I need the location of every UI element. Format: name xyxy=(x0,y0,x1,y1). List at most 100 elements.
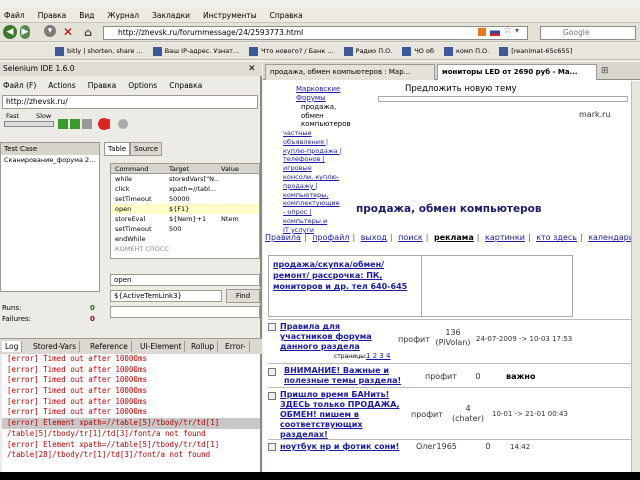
nav-rules[interactable]: Правила xyxy=(265,233,301,242)
value-input[interactable] xyxy=(110,306,260,318)
nav-calendar[interactable]: календарь xyxy=(588,233,633,242)
base-url-input[interactable]: http://zhevsk.ru/ xyxy=(2,95,258,109)
selenium-menu-help[interactable]: Справка xyxy=(169,81,202,90)
topic-author[interactable]: профит xyxy=(411,410,443,419)
tab-source[interactable]: Source xyxy=(130,142,163,156)
back-icon[interactable]: ◀ xyxy=(3,25,17,39)
home-icon[interactable]: ⌂ xyxy=(81,25,95,39)
bookmark-label: комп П.О. xyxy=(455,47,490,55)
nav-ads[interactable]: реклама xyxy=(434,233,474,242)
menu-view[interactable]: Вид xyxy=(79,11,94,20)
search-input[interactable]: Google xyxy=(540,26,636,40)
history-dropdown-icon[interactable]: ▾ xyxy=(44,25,56,37)
table-row[interactable]: while storedVars["N... xyxy=(111,174,259,184)
nav-profile[interactable]: профайл xyxy=(312,233,349,242)
suggest-topic-link[interactable]: Предложить новую тему xyxy=(405,84,517,94)
site-logo[interactable]: mark.ru xyxy=(579,110,611,119)
topic-author[interactable]: профит xyxy=(398,335,430,344)
sidebar-link[interactable]: продажу | xyxy=(283,182,351,191)
sidebar-link[interactable]: компьтеры и xyxy=(283,217,351,226)
topic-author[interactable]: Олег1965 xyxy=(416,442,457,451)
forum-sub-line: продажа, xyxy=(301,103,337,111)
selenium-menu-file[interactable]: Файл (F) xyxy=(3,81,36,90)
chevron-down-icon[interactable]: ▾ xyxy=(515,26,519,35)
cell-target: ${Nem}+1 xyxy=(169,215,207,223)
test-case-item[interactable]: Сканирование_форума 2... xyxy=(1,155,99,166)
sidebar-link[interactable]: объявления | xyxy=(283,138,351,147)
command-table-header: Command Target Value xyxy=(111,164,259,174)
topic-author[interactable]: профит xyxy=(425,372,457,381)
navigation-toolbar: ◀ ▶ ▾ ✕ ⌂ http://zhevsk.ru/forummessage/… xyxy=(0,23,640,42)
menu-edit[interactable]: Правка xyxy=(38,11,67,20)
table-row[interactable]: setTimeout 50000 xyxy=(111,194,259,204)
browser-tab-2[interactable]: мониторы LED от 2690 руб - Ма... xyxy=(437,64,597,80)
command-input[interactable]: open xyxy=(110,274,260,286)
pause-icon[interactable] xyxy=(82,119,92,129)
play-all-icon[interactable] xyxy=(58,119,68,129)
url-input[interactable]: http://zhevsk.ru/forummessage/24/2593773… xyxy=(103,26,528,40)
menu-file[interactable]: Файл xyxy=(4,11,25,20)
bookmark-bank[interactable]: Что нового? / Банк ... xyxy=(249,46,334,56)
bookmark-bitly[interactable]: bitly | shorten, share ... xyxy=(55,46,143,56)
topic-pages[interactable]: 1 2 3 4 xyxy=(366,352,391,360)
close-icon[interactable]: ✕ xyxy=(248,64,256,74)
browser-tab-1[interactable]: продажа, обмен компьютеров : Мар... xyxy=(265,64,435,80)
find-button[interactable]: Find xyxy=(226,289,260,303)
table-row[interactable]: open ${F1} xyxy=(111,204,259,214)
tab-reference[interactable]: Reference xyxy=(87,341,132,352)
tab-log[interactable]: Log xyxy=(2,341,23,352)
menu-help[interactable]: Справка xyxy=(270,11,303,20)
sidebar-link[interactable]: - опрос | xyxy=(283,208,351,217)
table-row[interactable]: storeEval ${Nem}+1 Ntem xyxy=(111,214,259,224)
tab-ui-element[interactable]: UI-Element xyxy=(137,341,186,352)
new-tab-icon[interactable]: ⊞ xyxy=(601,66,609,76)
nav-search[interactable]: поиск xyxy=(398,233,423,242)
forum-subtitle: продажа, обмен компьютеров xyxy=(301,103,351,129)
ad-link[interactable]: продажа/скупка/обмен/ ремонт/ рассрочка:… xyxy=(273,259,415,292)
nav-who[interactable]: кто здесь xyxy=(536,233,577,242)
sidebar-link[interactable]: телефонов | xyxy=(283,155,351,164)
target-input[interactable]: ${ActiveTemLink3} xyxy=(110,290,222,302)
sidebar-link[interactable]: куплю-продажа | xyxy=(283,147,351,156)
stop-icon[interactable]: ✕ xyxy=(61,25,75,39)
sidebar-link[interactable]: комплектующие xyxy=(283,199,351,208)
tab-table[interactable]: Table xyxy=(104,142,131,156)
table-row[interactable]: endWhile xyxy=(111,234,259,244)
selenium-menu-edit[interactable]: Правка xyxy=(88,81,117,90)
topic-title[interactable]: ВНИМАНИЕ! Важные и полезные темы раздела… xyxy=(284,366,404,386)
menu-history[interactable]: Журнал xyxy=(108,11,140,20)
speed-slider[interactable] xyxy=(4,121,54,127)
selenium-menu-actions[interactable]: Actions xyxy=(48,81,75,90)
selenium-menu-options[interactable]: Options xyxy=(128,81,157,90)
topic-title[interactable]: Пришло время БАНить! ЗДЕСЬ только ПРОДАЖ… xyxy=(280,390,410,440)
rss-icon[interactable] xyxy=(478,28,486,36)
menu-tools[interactable]: Инструменты xyxy=(203,11,257,20)
bookmark-radio[interactable]: Радио П.О. xyxy=(343,46,392,56)
topic-title[interactable]: ноутбук нр и фотик сони! xyxy=(280,442,410,452)
rollup-icon[interactable] xyxy=(118,119,128,129)
menu-bookmarks[interactable]: Закладки xyxy=(152,11,190,20)
topic-title[interactable]: Правила для участников форума данного ра… xyxy=(280,322,390,352)
bookmark-cho[interactable]: ЧО об xyxy=(402,46,434,56)
sidebar-link[interactable]: игровые xyxy=(283,164,351,173)
bookmark-ip[interactable]: Ваш IP-адрес. Узнат... xyxy=(152,46,239,56)
nav-logout[interactable]: выход xyxy=(361,233,387,242)
tab-stored-vars[interactable]: Stored-Vars xyxy=(30,341,80,352)
table-row[interactable]: setTimeout 500 xyxy=(111,224,259,234)
table-row[interactable]: click xpath=//tabl... xyxy=(111,184,259,194)
record-icon[interactable] xyxy=(98,118,110,130)
sidebar-link[interactable]: консоли, куплю- xyxy=(283,173,351,182)
forward-icon[interactable]: ▶ xyxy=(20,25,30,39)
sidebar-link[interactable]: частные xyxy=(283,129,351,138)
tab-error[interactable]: Error- xyxy=(222,341,250,352)
star-icon[interactable]: ☆ xyxy=(503,25,512,36)
bookmark-reanimat[interactable]: [reanimat-65c655] xyxy=(499,46,572,56)
sidebar-link[interactable]: компьютеры, xyxy=(283,191,351,200)
forum-label[interactable]: Марковские Форумы xyxy=(268,85,340,102)
tab-rollup[interactable]: Rollup xyxy=(188,341,219,352)
bookmark-komp[interactable]: комп П.О. xyxy=(443,46,490,56)
table-row[interactable]: КОМЕНТ СПОСС xyxy=(111,244,259,254)
play-icon[interactable] xyxy=(70,119,80,129)
nav-pictures[interactable]: картинки xyxy=(485,233,525,242)
page-scrollbar[interactable] xyxy=(631,81,640,480)
